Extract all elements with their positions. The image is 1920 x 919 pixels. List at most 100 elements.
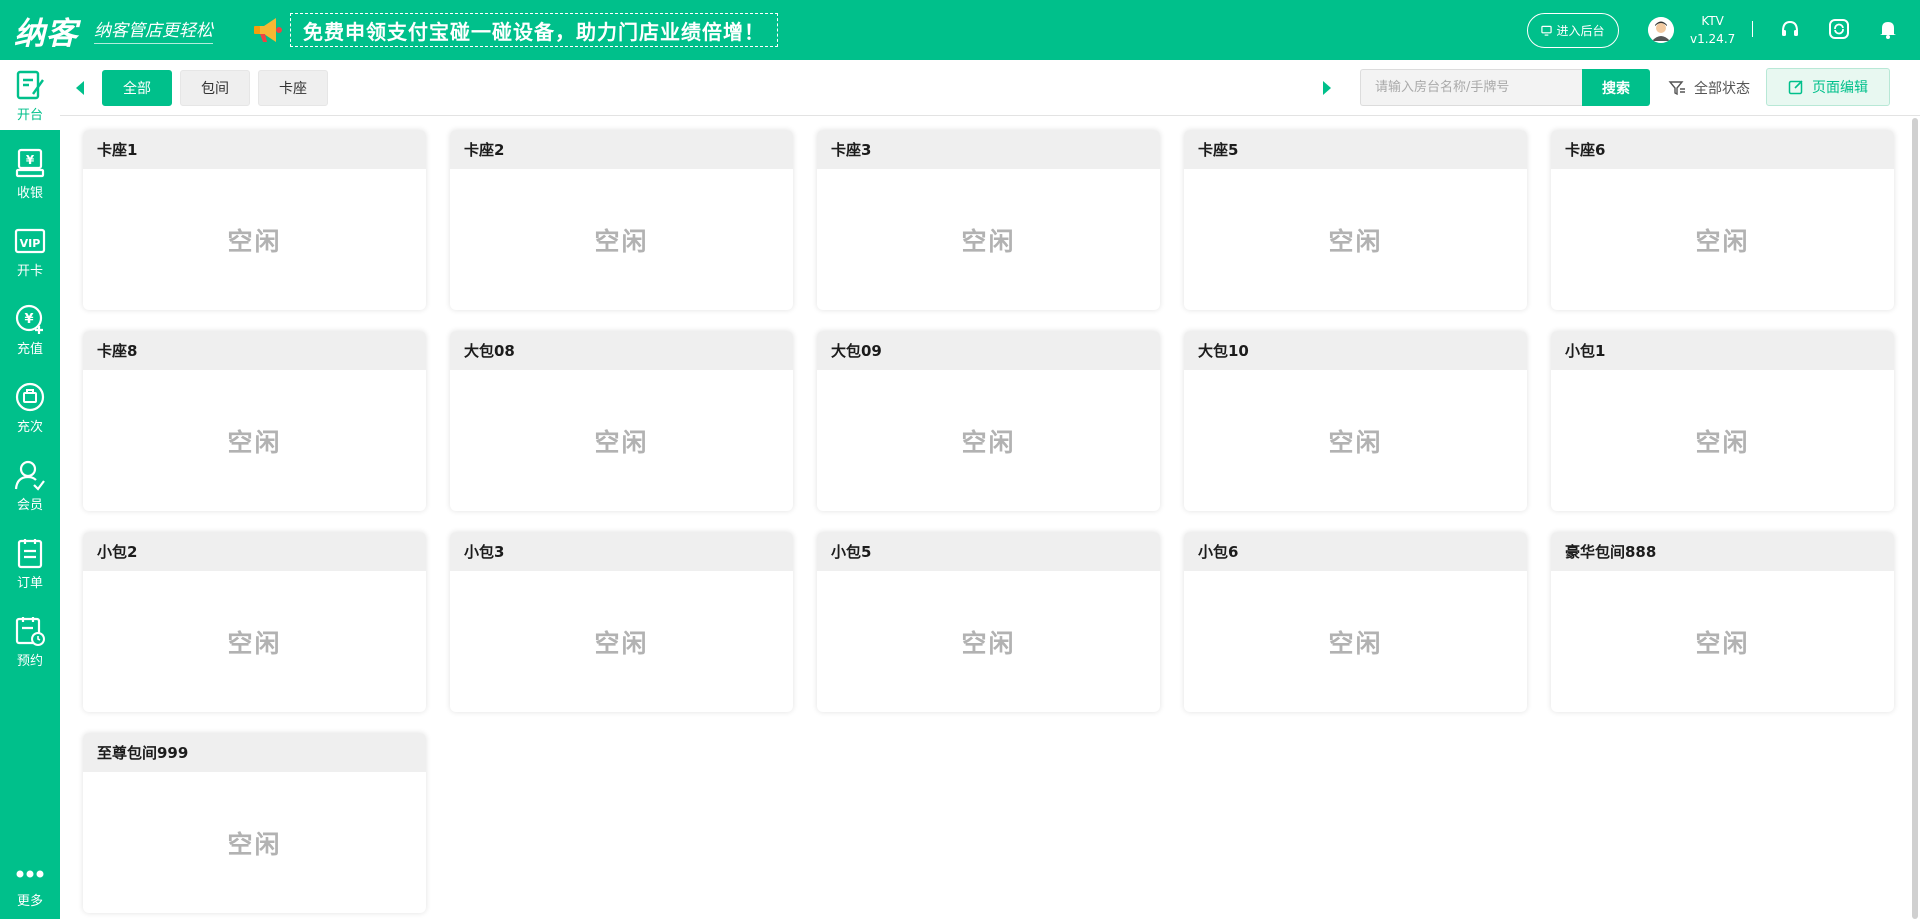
scroll-right-arrow-icon[interactable] <box>1323 81 1331 95</box>
sidebar-item-recharge-times[interactable]: 充次 <box>0 372 60 442</box>
tab-all[interactable]: 全部 <box>102 70 172 106</box>
room-card[interactable]: 大包08 空闲 <box>450 331 793 511</box>
sidebar-item-open-table[interactable]: 开台 <box>0 60 60 130</box>
open-table-icon <box>16 70 44 100</box>
room-status: 空闲 <box>594 226 649 256</box>
reservation-icon <box>15 617 45 646</box>
headset-icon[interactable] <box>1779 18 1801 40</box>
room-name: 小包3 <box>450 532 793 571</box>
page-edit-button[interactable]: 页面编辑 <box>1766 68 1890 106</box>
header-divider <box>1752 21 1753 37</box>
room-card[interactable]: 至尊包间999 空闲 <box>83 733 426 913</box>
room-card[interactable]: 豪华包间888 空闲 <box>1551 532 1894 712</box>
sidebar-item-label: 收银 <box>16 186 43 201</box>
status-filter[interactable]: 全部状态 <box>1668 78 1750 98</box>
sidebar-more-label: 更多 <box>16 894 43 909</box>
page-edit-label: 页面编辑 <box>1812 80 1868 96</box>
room-status: 空闲 <box>961 628 1016 658</box>
svg-text:¥: ¥ <box>24 312 33 327</box>
promo-text: 免费申领支付宝碰一碰设备，助力门店业绩倍增！ <box>290 13 778 47</box>
sidebar-item-label: 开卡 <box>16 264 43 279</box>
sidebar-item-order[interactable]: 订单 <box>0 528 60 598</box>
room-name: 小包1 <box>1551 331 1894 370</box>
app-version: v1.24.7 <box>1690 32 1736 46</box>
room-name: 豪华包间888 <box>1551 532 1894 571</box>
room-name: 卡座5 <box>1184 130 1527 169</box>
room-name: 卡座1 <box>83 130 426 169</box>
room-status: 空闲 <box>227 427 282 457</box>
room-status: 空闲 <box>961 427 1016 457</box>
sidebar-item-label: 会员 <box>16 498 43 513</box>
room-name: 卡座2 <box>450 130 793 169</box>
member-icon <box>14 460 45 491</box>
monitor-icon <box>1541 25 1553 36</box>
room-name: 小包6 <box>1184 532 1527 571</box>
room-status: 空闲 <box>594 427 649 457</box>
filter-icon <box>1668 81 1685 96</box>
room-card[interactable]: 大包10 空闲 <box>1184 331 1527 511</box>
room-card[interactable]: 卡座1 空闲 <box>83 130 426 310</box>
scroll-left-arrow-icon[interactable] <box>76 81 84 95</box>
room-name: 至尊包间999 <box>83 733 426 772</box>
room-card[interactable]: 大包09 空闲 <box>817 331 1160 511</box>
sidebar-item-cashier[interactable]: ¥ 收银 <box>0 138 60 208</box>
edit-icon <box>1788 80 1803 95</box>
room-name: 大包09 <box>817 331 1160 370</box>
room-card[interactable]: 小包2 空闲 <box>83 532 426 712</box>
search-button[interactable]: 搜索 <box>1582 69 1650 106</box>
room-status: 空闲 <box>227 829 282 859</box>
user-info[interactable]: KTV v1.24.7 <box>1648 12 1735 48</box>
room-card[interactable]: 卡座6 空闲 <box>1551 130 1894 310</box>
megaphone-icon <box>250 12 286 48</box>
room-card[interactable]: 卡座3 空闲 <box>817 130 1160 310</box>
tab-rooms[interactable]: 包间 <box>180 70 250 106</box>
room-name: 卡座6 <box>1551 130 1894 169</box>
sidebar: 开台 ¥ 收银 VIP 开卡 ¥ 充值 充次 会员 订单 预约 更多 <box>0 60 60 919</box>
room-name: 小包2 <box>83 532 426 571</box>
bell-icon[interactable] <box>1877 18 1899 40</box>
enter-admin-button[interactable]: 进入后台 <box>1527 13 1619 48</box>
logo-text: 纳客 <box>14 15 78 52</box>
user-name: KTV <box>1701 14 1724 28</box>
room-status: 空闲 <box>594 628 649 658</box>
room-name: 卡座3 <box>817 130 1160 169</box>
room-status: 空闲 <box>1328 628 1383 658</box>
room-card[interactable]: 小包6 空闲 <box>1184 532 1527 712</box>
vertical-scrollbar[interactable] <box>1912 118 1918 919</box>
room-card[interactable]: 卡座5 空闲 <box>1184 130 1527 310</box>
room-status: 空闲 <box>227 226 282 256</box>
room-status: 空闲 <box>1695 226 1750 256</box>
room-name: 大包10 <box>1184 331 1527 370</box>
sidebar-item-member[interactable]: 会员 <box>0 450 60 520</box>
promo-banner[interactable]: 免费申领支付宝碰一碰设备，助力门店业绩倍增！ <box>250 12 778 48</box>
room-card[interactable]: 小包3 空闲 <box>450 532 793 712</box>
room-card[interactable]: 小包1 空闲 <box>1551 331 1894 511</box>
more-dots-icon <box>16 870 44 878</box>
sidebar-item-vip-card[interactable]: VIP 开卡 <box>0 216 60 286</box>
toolbar: 全部 包间 卡座 搜索 全部状态 页面编辑 <box>60 60 1920 116</box>
tab-booths[interactable]: 卡座 <box>258 70 328 106</box>
room-card[interactable]: 小包5 空闲 <box>817 532 1160 712</box>
sidebar-item-label: 充值 <box>16 342 43 357</box>
svg-text:¥: ¥ <box>26 153 35 167</box>
recharge-icon: ¥ <box>15 304 43 334</box>
vip-card-icon: VIP <box>14 228 46 254</box>
sidebar-item-label: 预约 <box>16 654 43 669</box>
sidebar-item-reservation[interactable]: 预约 <box>0 606 60 676</box>
room-status: 空闲 <box>1695 628 1750 658</box>
room-status: 空闲 <box>961 226 1016 256</box>
sidebar-item-recharge[interactable]: ¥ 充值 <box>0 294 60 364</box>
logo: 纳客 纳客管店更轻松 <box>14 10 213 52</box>
room-name: 卡座8 <box>83 331 426 370</box>
logo-slogan: 纳客管店更轻松 <box>94 16 213 44</box>
search-input[interactable] <box>1360 69 1582 106</box>
enter-admin-label: 进入后台 <box>1556 24 1605 38</box>
sidebar-item-more[interactable]: 更多 <box>0 846 60 916</box>
room-card[interactable]: 卡座8 空闲 <box>83 331 426 511</box>
room-status: 空闲 <box>227 628 282 658</box>
sidebar-item-label: 订单 <box>16 576 43 591</box>
room-card[interactable]: 卡座2 空闲 <box>450 130 793 310</box>
top-bar: 纳客 纳客管店更轻松 免费申领支付宝碰一碰设备，助力门店业绩倍增！ 进入后台 K… <box>0 0 1920 60</box>
refresh-icon[interactable] <box>1828 18 1850 40</box>
room-name: 大包08 <box>450 331 793 370</box>
